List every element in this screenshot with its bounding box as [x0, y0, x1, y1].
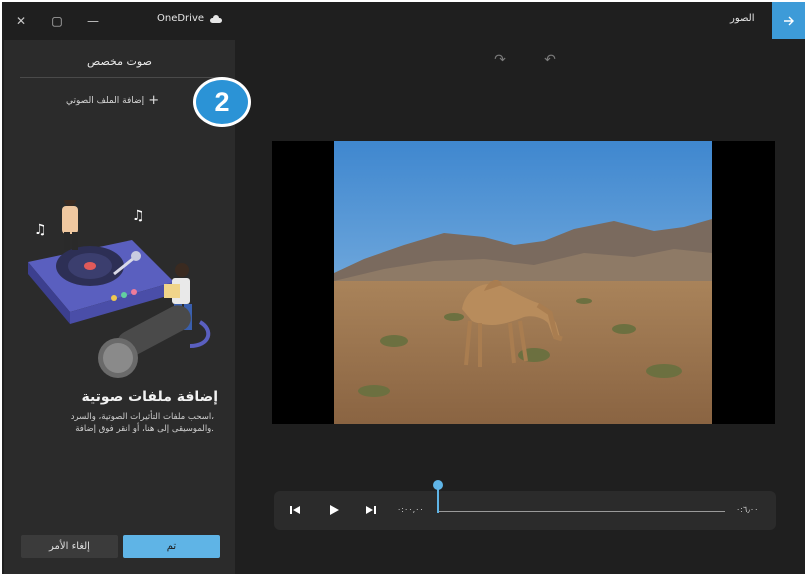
- undo-icon[interactable]: ↶: [542, 52, 558, 68]
- done-button[interactable]: تم: [123, 535, 220, 558]
- audio-illustration: ♫ ♫: [28, 200, 211, 378]
- current-time: ٠:٠٠,٠٠: [397, 505, 424, 514]
- video-frame-image: [334, 141, 712, 424]
- title-bar: ✕ ▢ — OneDrive الصور: [2, 2, 805, 40]
- arrow-right-icon: [783, 16, 794, 25]
- empty-desc-line-2: والموسيقى إلى هنا، أو انقر فوق إضافة.: [75, 424, 214, 434]
- custom-audio-panel: صوت مخصص إضافة الملف الصوتي + 2 ♫ ♫ إضاف…: [4, 40, 251, 574]
- playback-bar: ٠:٠٠,٠٠ ٠:٦٫٠٠: [274, 491, 776, 530]
- empty-desc-line-1: اسحب ملفات التأثيرات الصوتية، والسرد،: [70, 412, 214, 422]
- playhead-line: [437, 489, 439, 513]
- step-number-badge: 2: [193, 77, 251, 127]
- minimize-window-button[interactable]: —: [82, 10, 104, 32]
- end-time: ٠:٦٫٠٠: [736, 505, 759, 514]
- svg-text:♫: ♫: [132, 208, 145, 224]
- svg-text:♫: ♫: [34, 222, 47, 238]
- video-preview: [272, 141, 775, 424]
- photos-app-window: ✕ ▢ — OneDrive الصور صوت مخصص إضافة المل…: [2, 2, 805, 574]
- previous-frame-icon[interactable]: [288, 503, 302, 517]
- redo-icon[interactable]: ↷: [492, 52, 508, 68]
- close-window-button[interactable]: ✕: [10, 10, 32, 32]
- onedrive-label: OneDrive: [157, 13, 205, 24]
- add-audio-file-button[interactable]: إضافة الملف الصوتي +: [66, 94, 159, 107]
- cloud-icon: [210, 14, 223, 23]
- onedrive-status[interactable]: OneDrive: [157, 13, 223, 24]
- timeline-track[interactable]: [438, 511, 725, 512]
- maximize-window-button[interactable]: ▢: [46, 10, 68, 32]
- back-button[interactable]: [772, 2, 805, 39]
- next-frame-icon[interactable]: [364, 503, 378, 517]
- cancel-button[interactable]: إلغاء الأمر: [21, 535, 118, 558]
- panel-divider: [20, 77, 220, 78]
- plus-icon: +: [148, 93, 160, 108]
- add-audio-label: إضافة الملف الصوتي: [66, 95, 145, 106]
- panel-title: صوت مخصص: [87, 55, 152, 68]
- app-title: الصور: [730, 13, 755, 24]
- empty-state-description: اسحب ملفات التأثيرات الصوتية، والسرد، وا…: [18, 411, 214, 435]
- play-icon[interactable]: [327, 503, 341, 517]
- empty-state-title: إضافة ملفات صوتية: [81, 389, 218, 405]
